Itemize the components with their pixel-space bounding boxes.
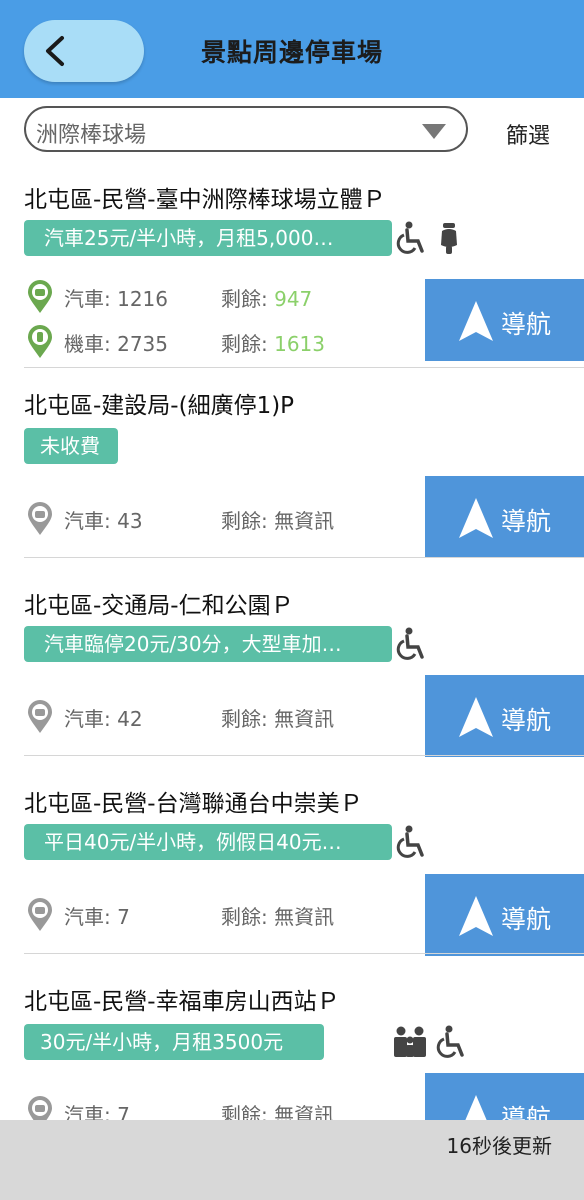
wheelchair-icon xyxy=(396,627,424,660)
navigate-label: 導航 xyxy=(501,905,552,934)
navigate-label: 導航 xyxy=(501,706,552,735)
navigate-button[interactable]: 導航 xyxy=(425,874,584,956)
divider xyxy=(24,367,584,368)
car-count: 汽車: 43 xyxy=(64,509,143,533)
fee-badge: 汽車25元/半小時，月租5,000… xyxy=(24,220,392,256)
fee-badge: 30元/半小時，月租3500元 xyxy=(24,1024,324,1060)
remaining-value: 無資訊 xyxy=(274,905,335,929)
feature-icons xyxy=(396,626,426,662)
moto-count: 機車: 2735 xyxy=(64,332,168,356)
car-count: 汽車: 1216 xyxy=(64,287,168,311)
feature-icons xyxy=(396,220,464,256)
navigation-arrow-icon xyxy=(459,697,493,737)
wheelchair-icon xyxy=(396,825,424,858)
divider xyxy=(24,953,584,954)
divider xyxy=(24,755,584,756)
car-count: 汽車: 42 xyxy=(64,707,143,731)
feature-icons xyxy=(396,824,426,860)
filter-button[interactable]: 篩選 xyxy=(506,118,550,150)
parking-lot-item: 北屯區-建設局-(細廣停1)P 未收費 汽車: 43 剩餘: 無資訊 導航 xyxy=(0,370,584,568)
scooter-location-pin-icon xyxy=(28,325,52,358)
fee-badge: 平日40元/半小時，例假日40元… xyxy=(24,824,392,860)
app-header: 景點周邊停車場 xyxy=(0,0,584,98)
parking-lot-item: 北屯區-民營-幸福車房山西站Ｐ 30元/半小時，月租3500元 汽車: 7 剩餘… xyxy=(0,964,584,1135)
navigation-arrow-icon xyxy=(459,896,493,936)
feature-icons xyxy=(392,1024,466,1060)
lot-title: 北屯區-民營-台灣聯通台中崇美Ｐ xyxy=(24,791,363,817)
navigate-label: 導航 xyxy=(501,507,552,536)
scooter-icon xyxy=(441,223,457,254)
remaining-value: 無資訊 xyxy=(274,509,335,533)
update-status-bar: 16秒後更新 xyxy=(0,1120,584,1200)
car-location-pin-icon xyxy=(28,898,52,931)
car-location-pin-icon xyxy=(28,502,52,535)
lot-title: 北屯區-交通局-仁和公園Ｐ xyxy=(24,593,294,619)
update-countdown: 16秒後更新 xyxy=(446,1134,552,1158)
remaining-label: 剩餘: xyxy=(221,707,275,731)
parking-lot-item: 北屯區-民營-台灣聯通台中崇美Ｐ 平日40元/半小時，例假日40元… 汽車: 7… xyxy=(0,766,584,964)
navigate-label: 導航 xyxy=(501,310,552,339)
moto-remaining: 剩餘: 1613 xyxy=(221,328,325,357)
car-remaining: 剩餘: 無資訊 xyxy=(221,703,334,732)
fee-badge: 汽車臨停20元/30分，大型車加… xyxy=(24,626,392,662)
parking-lot-item: 北屯區-交通局-仁和公園Ｐ 汽車臨停20元/30分，大型車加… 汽車: 42 剩… xyxy=(0,568,584,766)
lot-title: 北屯區-民營-臺中洲際棒球場立體Ｐ xyxy=(24,187,386,213)
remaining-value: 1613 xyxy=(274,332,326,356)
navigation-arrow-icon xyxy=(459,498,493,538)
remaining-label: 剩餘: xyxy=(221,905,275,929)
wheelchair-icon xyxy=(436,1025,464,1058)
page-title: 景點周邊停車場 xyxy=(200,38,383,67)
lot-title: 北屯區-民營-幸福車房山西站Ｐ xyxy=(24,989,340,1015)
remaining-label: 剩餘: xyxy=(221,287,275,311)
remaining-value: 無資訊 xyxy=(274,707,335,731)
navigate-button[interactable]: 導航 xyxy=(425,279,584,361)
remaining-label: 剩餘: xyxy=(221,509,275,533)
dropdown-arrow-icon xyxy=(422,124,446,139)
car-remaining: 剩餘: 無資訊 xyxy=(221,505,334,534)
family-icon xyxy=(394,1026,426,1057)
car-remaining: 剩餘: 無資訊 xyxy=(221,901,334,930)
divider xyxy=(24,557,584,558)
car-location-pin-icon xyxy=(28,280,52,313)
car-location-pin-icon xyxy=(28,700,52,733)
fee-badge: 未收費 xyxy=(24,428,118,464)
lot-title: 北屯區-建設局-(細廣停1)P xyxy=(24,393,295,419)
parking-lot-item: 北屯區-民營-臺中洲際棒球場立體Ｐ 汽車25元/半小時，月租5,000… 汽車:… xyxy=(0,170,584,368)
remaining-value: 947 xyxy=(274,287,313,311)
wheelchair-icon xyxy=(396,221,424,254)
search-dropdown[interactable]: 洲際棒球場 xyxy=(24,106,468,152)
car-count: 汽車: 7 xyxy=(64,905,130,929)
navigation-arrow-icon xyxy=(459,301,493,341)
navigate-button[interactable]: 導航 xyxy=(425,675,584,757)
search-value: 洲際棒球場 xyxy=(36,123,147,148)
remaining-label: 剩餘: xyxy=(221,332,275,356)
navigate-button[interactable]: 導航 xyxy=(425,476,584,558)
car-remaining: 剩餘: 947 xyxy=(221,283,312,312)
